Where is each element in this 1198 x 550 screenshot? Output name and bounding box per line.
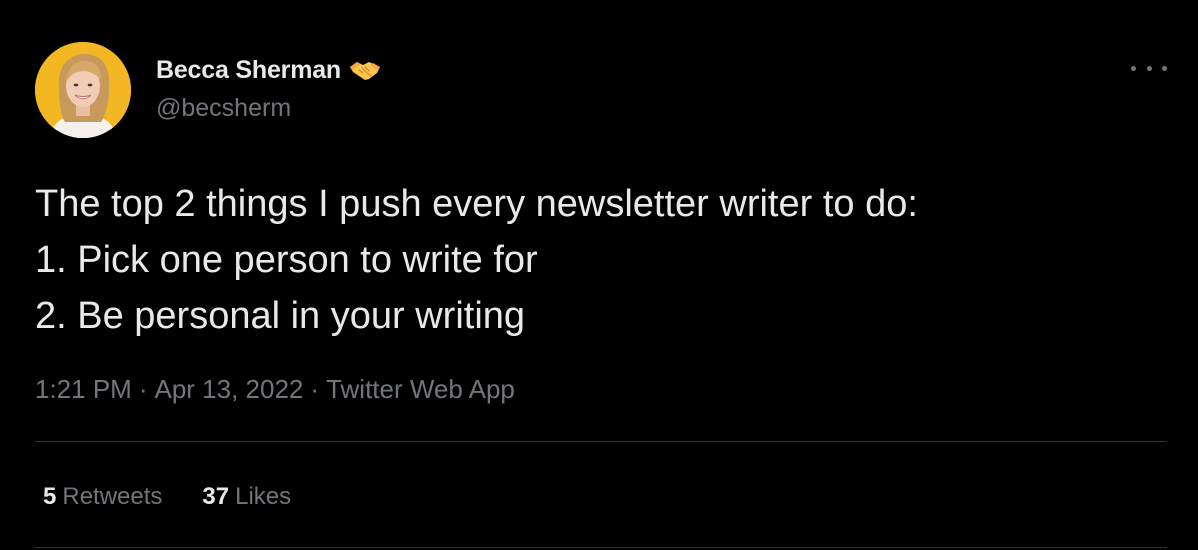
tweet-text-line: 2. Be personal in your writing [35,295,526,337]
author-handle[interactable]: @becsherm [156,94,291,123]
tweet-text-line: The top 2 things I push every newsletter… [35,183,918,225]
divider [35,441,1167,442]
tweet-time[interactable]: 1:21 PM [35,374,132,404]
tweet-metadata: 1:21 PM · Apr 13, 2022 · Twitter Web App [35,374,515,405]
tweet-text: The top 2 things I push every newsletter… [35,176,1175,344]
likes-count: 37 [202,483,230,510]
avatar-photo [35,42,131,138]
tweet-card: Becca Sherman @becsherm The top 2 things… [0,0,1198,550]
likes-stat[interactable]: 37 Likes [202,483,291,511]
likes-label: Likes [235,483,292,510]
meta-separator: · [310,374,320,404]
handshake-icon [349,58,381,82]
more-options-icon[interactable] [1131,58,1167,78]
divider [35,547,1167,548]
more-dot [1146,65,1152,71]
author-name-row[interactable]: Becca Sherman [156,55,381,85]
more-dot [1131,65,1136,71]
tweet-source[interactable]: Twitter Web App [326,374,515,404]
author-display-name[interactable]: Becca Sherman [156,56,341,85]
more-dot [1162,65,1167,71]
tweet-date[interactable]: Apr 13, 2022 [155,374,304,404]
retweets-count: 5 [43,483,57,510]
meta-separator: · [138,374,148,404]
tweet-text-line: 1. Pick one person to write for [35,239,538,281]
avatar[interactable] [35,42,131,138]
tweet-stats: 5 Retweets 37 Likes [43,483,331,511]
retweets-label: Retweets [62,483,163,510]
retweets-stat[interactable]: 5 Retweets [43,483,162,511]
